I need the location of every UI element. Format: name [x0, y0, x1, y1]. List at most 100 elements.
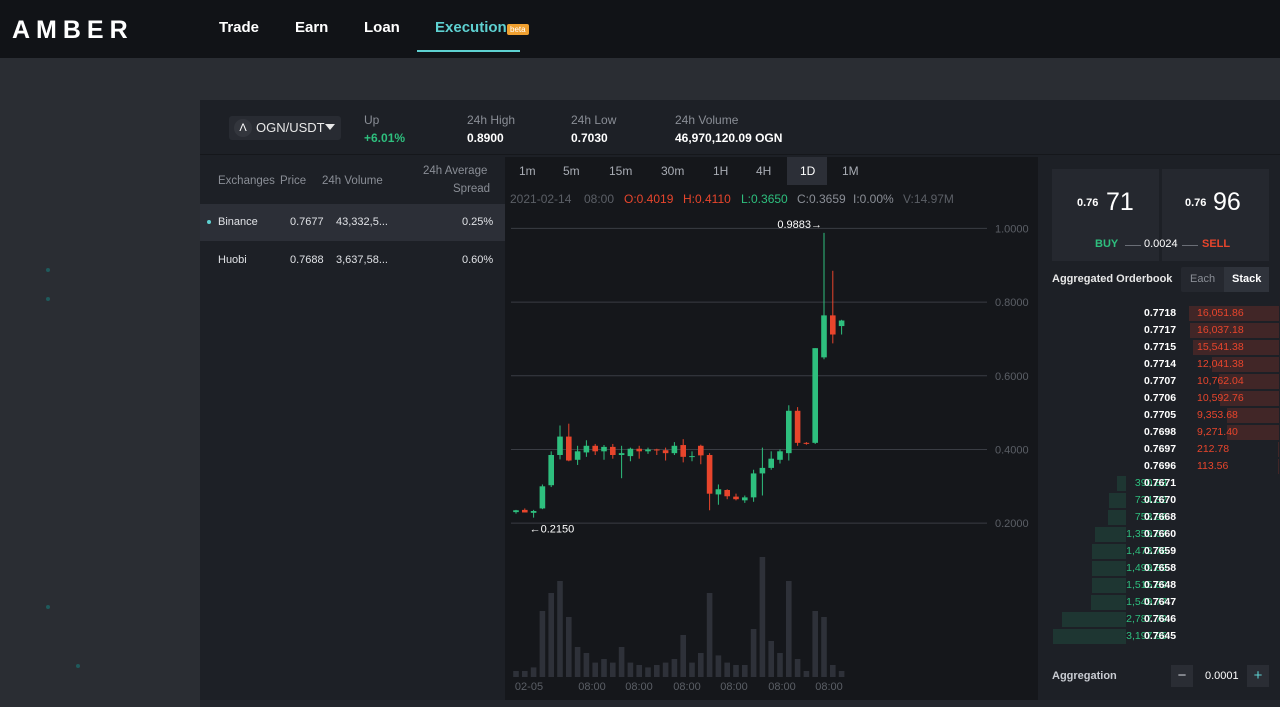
y-tick-label: 0.6000: [995, 371, 1029, 383]
pair-label[interactable]: OGN/USDT: [256, 120, 325, 135]
volume-bar: [680, 635, 686, 677]
tab-timeframe-4h[interactable]: 4H: [756, 164, 771, 178]
ask-depth-bar: [1278, 442, 1279, 457]
nav-item-earn[interactable]: Earn: [295, 19, 328, 36]
nav-item-loan[interactable]: Loan: [364, 19, 400, 36]
ohlc-time: 08:00: [584, 192, 615, 206]
bid-depth-bar: [1108, 510, 1126, 525]
volume-bar: [636, 665, 642, 677]
volume-bar: [645, 667, 651, 677]
ask-row[interactable]: 0.7714 12,041.38: [1043, 356, 1280, 373]
ask-row[interactable]: 0.7706 10,592.76: [1043, 390, 1280, 407]
tab-each[interactable]: Each: [1190, 273, 1215, 285]
ask-price: 0.7697: [1144, 443, 1177, 455]
candle-body: [645, 449, 651, 452]
bid-row[interactable]: 753.96 0.7668: [1043, 509, 1280, 526]
exchange-row-huobi[interactable]: Huobi 0.7688 3,637,58... 0.60%: [200, 241, 516, 278]
ask-quantity: 212.78: [1197, 443, 1230, 455]
ask-quantity: 9,353.68: [1197, 409, 1238, 421]
bottom-strip: [200, 700, 1280, 707]
tab-timeframe-30m[interactable]: 30m: [661, 164, 684, 178]
tab-stack[interactable]: Stack: [1232, 273, 1261, 285]
bid-row[interactable]: 390.83 0.7671: [1043, 475, 1280, 492]
ask-price: 0.7707: [1144, 375, 1177, 387]
candle-body: [812, 348, 818, 443]
x-tick-label: 02-05: [515, 681, 543, 693]
ask-price: 0.7705: [1144, 409, 1177, 421]
bid-row[interactable]: 2,787.79 0.7646: [1043, 611, 1280, 628]
aggregation-decrease-button[interactable]: −: [1171, 665, 1193, 687]
stat-value-volume: 46,970,120.09 OGN: [675, 131, 783, 145]
candle-body: [654, 449, 660, 451]
bid-row[interactable]: 1,359.67 0.7660: [1043, 526, 1280, 543]
ask-quantity: 15,541.38: [1197, 341, 1244, 353]
col-header-spread: Spread: [453, 183, 491, 195]
nav-item-trade[interactable]: Trade: [219, 19, 259, 36]
stat-value-low: 0.7030: [571, 131, 608, 145]
bid-row[interactable]: 3,197.95 0.7645: [1043, 628, 1280, 645]
bid-price: 0.7646: [1144, 613, 1177, 625]
stat-label-volume: 24h Volume: [675, 113, 739, 127]
best-buy-price-big: 71: [1106, 188, 1134, 216]
ohlc-open: O:0.4019: [624, 192, 674, 206]
tab-timeframe-5m[interactable]: 5m: [563, 164, 580, 178]
volume-bar: [583, 653, 590, 677]
bid-price: 0.7659: [1144, 545, 1177, 557]
bid-row[interactable]: 1,515.89 0.7648: [1043, 577, 1280, 594]
tab-timeframe-1m[interactable]: 1m: [519, 164, 536, 178]
y-tick-label: 0.2000: [995, 518, 1029, 530]
volume-bar: [742, 665, 748, 677]
candle-body: [566, 436, 572, 461]
ask-quantity: 12,041.38: [1197, 358, 1244, 370]
col-header-volume: 24h Volume: [322, 175, 383, 187]
candle-body: [618, 453, 625, 455]
aggregation-increase-button[interactable]: +: [1247, 665, 1269, 687]
buy-label: BUY: [1095, 238, 1119, 250]
selected-dot: [207, 220, 211, 224]
candle-body: [583, 445, 590, 453]
candlestick-chart[interactable]: 1.0000 0.8000 0.6000 0.4000 0.2000 0.9883→ ←0.…: [505, 210, 1038, 700]
bid-row[interactable]: 734.32 0.7670: [1043, 492, 1280, 509]
spread-value: 0.0024: [1144, 238, 1178, 250]
candle-body: [530, 511, 537, 513]
tab-timeframe-1M[interactable]: 1M: [842, 164, 859, 178]
ask-row[interactable]: 0.7715 15,541.38: [1043, 339, 1280, 356]
volume-bar: [706, 593, 713, 677]
ask-price: 0.7715: [1144, 341, 1177, 353]
x-tick-label: 08:00: [673, 681, 701, 693]
volume-bar: [566, 617, 572, 677]
candle-body: [513, 510, 519, 513]
exchange-row-binance[interactable]: Binance 0.7677 43,332,5... 0.25%: [200, 204, 526, 241]
volume-bar: [548, 593, 554, 677]
volume-bar: [610, 662, 616, 677]
amber-logo[interactable]: AMBER: [12, 16, 134, 45]
x-tick-label: 08:00: [768, 681, 796, 693]
ask-price: 0.7717: [1144, 324, 1177, 336]
ask-row[interactable]: 0.7718 16,051.86: [1043, 305, 1280, 322]
ask-row[interactable]: 0.7707 10,762.04: [1043, 373, 1280, 390]
exchange-spread: 0.25%: [462, 216, 494, 228]
ask-row[interactable]: 0.7705 9,353.68: [1043, 407, 1280, 424]
candle-body: [794, 410, 801, 443]
ask-row[interactable]: 0.7698 9,271.40: [1043, 424, 1280, 441]
tab-timeframe-1d[interactable]: 1D: [800, 164, 815, 178]
bid-row[interactable]: 1,549.77 0.7647: [1043, 594, 1280, 611]
ask-row[interactable]: 0.7696 113.56: [1043, 458, 1280, 475]
candle-body: [689, 456, 695, 458]
bid-row[interactable]: 1,473.78 0.7659: [1043, 543, 1280, 560]
exchange-volume: 3,637,58...: [336, 254, 388, 266]
bid-row[interactable]: 1,499.89 0.7658: [1043, 560, 1280, 577]
bid-depth-bar: [1092, 544, 1126, 559]
candle-body: [733, 496, 739, 500]
chevron-down-icon[interactable]: [325, 124, 335, 130]
x-tick-label: 08:00: [720, 681, 748, 693]
ask-price: 0.7718: [1144, 307, 1177, 319]
ask-row[interactable]: 0.7697 212.78: [1043, 441, 1280, 458]
tab-timeframe-15m[interactable]: 15m: [609, 164, 632, 178]
bid-price: 0.7668: [1144, 511, 1177, 523]
bid-price: 0.7648: [1144, 579, 1177, 591]
tab-timeframe-1h[interactable]: 1H: [713, 164, 728, 178]
bid-price: 0.7670: [1144, 494, 1177, 506]
nav-item-execution[interactable]: Execution: [435, 19, 507, 36]
ask-row[interactable]: 0.7717 16,037.18: [1043, 322, 1280, 339]
